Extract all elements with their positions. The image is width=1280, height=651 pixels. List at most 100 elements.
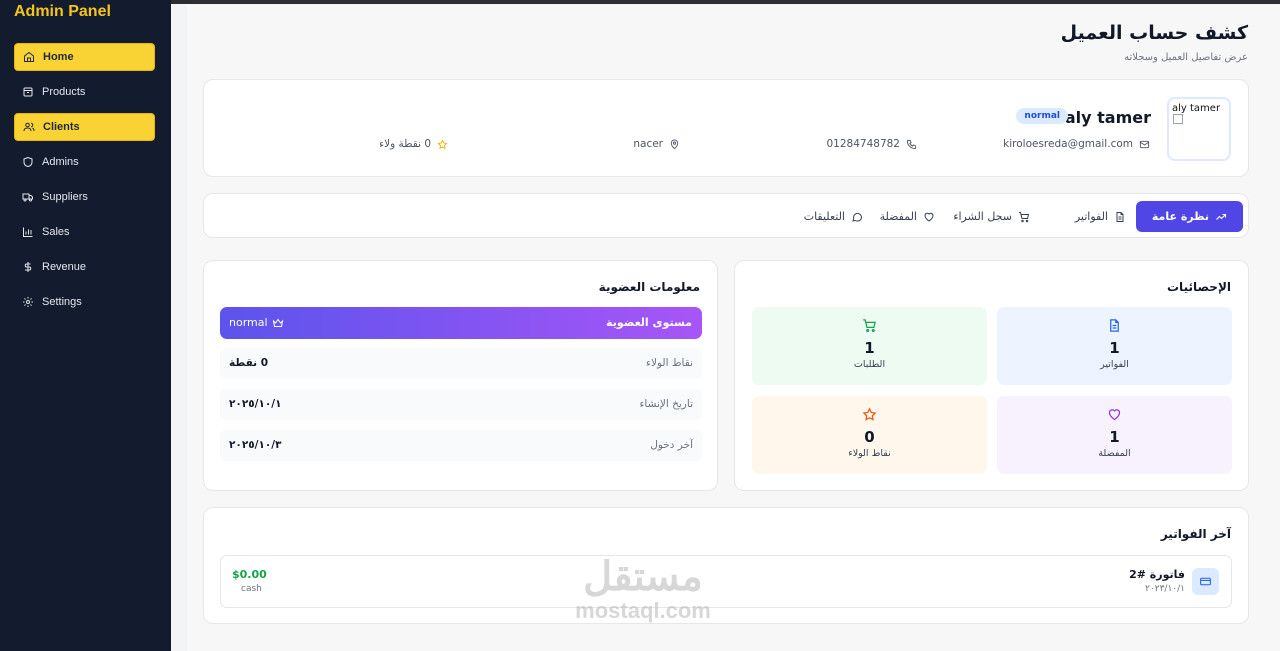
watermark-latin: mostaql.com bbox=[575, 598, 711, 623]
invoice-payment-method: cash bbox=[241, 584, 262, 594]
users-icon bbox=[23, 122, 35, 132]
star-icon bbox=[862, 407, 877, 421]
tab-comments[interactable]: التعليقات bbox=[804, 201, 863, 232]
avatar-alt-text: aly tamer bbox=[1172, 103, 1221, 114]
sidebar-item-label: Sales bbox=[42, 226, 70, 238]
sidebar-item-label: Settings bbox=[42, 296, 82, 308]
sidebar-nav: Home Products Clients Admins Suppliers S… bbox=[14, 43, 155, 323]
tab-favorites[interactable]: المفضلة bbox=[880, 201, 935, 232]
membership-level-value-wrap: normal bbox=[229, 316, 284, 329]
row-value: 0 نقطة bbox=[229, 357, 269, 369]
stat-label: الفواتير bbox=[1100, 359, 1129, 370]
statistics-card: الإحصائيات 1 الفواتير 1 الطلبات 1 المفضل… bbox=[734, 260, 1249, 491]
invoice-row[interactable]: فاتورة #2 ٢٠٢٣/١٠/١ $0.00 cash bbox=[220, 555, 1232, 608]
sidebar-item-admins[interactable]: Admins bbox=[14, 148, 155, 176]
stat-invoices: 1 الفواتير bbox=[997, 307, 1232, 385]
stat-value: 0 bbox=[864, 428, 875, 446]
points-text: 0 نقطة ولاء bbox=[379, 138, 431, 150]
file-icon bbox=[1116, 211, 1124, 222]
tab-purchase-history[interactable]: سجل الشراء bbox=[953, 201, 1030, 232]
client-email: kiroloesreda@gmail.com bbox=[1003, 138, 1150, 150]
star-icon bbox=[437, 138, 448, 149]
invoice-amount: $0.00 bbox=[232, 568, 267, 581]
main-content: كشف حساب العميل عرض تفاصيل العميل وسجلات… bbox=[187, 5, 1280, 651]
membership-level-value: normal bbox=[229, 316, 268, 329]
window-top-border bbox=[0, 0, 1280, 4]
invoice-date: ٢٠٢٣/١٠/١ bbox=[1145, 584, 1185, 594]
heart-icon bbox=[924, 212, 934, 222]
sidebar-item-settings[interactable]: Settings bbox=[14, 288, 155, 316]
row-value: ٢٠٢٥/١٠/١ bbox=[229, 398, 282, 410]
client-points: 0 نقطة ولاء bbox=[379, 138, 448, 150]
file-icon bbox=[1110, 319, 1119, 332]
membership-level-bar: مستوى العضوية normal bbox=[220, 307, 702, 339]
cart-icon bbox=[863, 319, 876, 333]
stat-label: المفضلة bbox=[1098, 448, 1131, 459]
client-tabs: نظرة عامة الفواتير سجل الشراء المفضلة ال… bbox=[203, 193, 1249, 238]
client-location: nacer bbox=[633, 138, 680, 150]
sidebar-item-sales[interactable]: Sales bbox=[14, 218, 155, 246]
truck-icon bbox=[22, 193, 33, 202]
sidebar-item-products[interactable]: Products bbox=[14, 78, 155, 106]
heart-icon bbox=[1108, 409, 1121, 421]
sidebar: Admin Panel Home Products Clients Admins… bbox=[0, 0, 171, 651]
stat-value: 1 bbox=[1109, 339, 1120, 357]
membership-badge: normal bbox=[1016, 108, 1068, 124]
row-label: نقاط الولاء bbox=[646, 357, 693, 369]
comment-icon bbox=[852, 212, 863, 222]
stat-label: نقاط الولاء bbox=[848, 448, 891, 459]
membership-row-created: تاريخ الإنشاء ٢٠٢٥/١٠/١ bbox=[220, 389, 702, 420]
broken-image-icon bbox=[1173, 114, 1183, 124]
sidebar-item-label: Home bbox=[43, 51, 74, 63]
page-subtitle: عرض تفاصيل العميل وسجلاته bbox=[1124, 52, 1248, 63]
statistics-title: الإحصائيات bbox=[1167, 280, 1231, 294]
tab-label: سجل الشراء bbox=[953, 210, 1012, 223]
tab-invoices[interactable]: الفواتير bbox=[1075, 201, 1126, 232]
cart-icon bbox=[1019, 211, 1030, 222]
sidebar-item-suppliers[interactable]: Suppliers bbox=[14, 183, 155, 211]
stat-orders: 1 الطلبات bbox=[752, 307, 987, 385]
stat-label: الطلبات bbox=[853, 359, 886, 370]
client-name: aly tamer bbox=[1064, 108, 1151, 127]
tab-label: المفضلة bbox=[879, 210, 917, 223]
sidebar-item-label: Revenue bbox=[42, 261, 87, 273]
sidebar-item-label: Clients bbox=[43, 121, 80, 133]
tab-label: الفواتير bbox=[1074, 210, 1108, 223]
email-text: kiroloesreda@gmail.com bbox=[1003, 138, 1133, 150]
sidebar-item-revenue[interactable]: Revenue bbox=[14, 253, 155, 281]
latest-invoices-card: آخر الفواتير فاتورة #2 ٢٠٢٣/١٠/١ $0.00 c… bbox=[203, 507, 1249, 624]
sidebar-item-label: Suppliers bbox=[42, 191, 88, 203]
membership-row-points: نقاط الولاء 0 نقطة bbox=[220, 348, 702, 379]
phone-text: 01284748782 bbox=[826, 138, 901, 150]
stat-value: 1 bbox=[864, 339, 875, 357]
sidebar-item-home[interactable]: Home bbox=[14, 43, 155, 71]
sidebar-item-label: Admins bbox=[42, 156, 79, 168]
box-icon bbox=[23, 87, 33, 97]
tab-label: التعليقات bbox=[803, 210, 845, 223]
phone-icon bbox=[906, 139, 917, 149]
row-label: آخر دخول bbox=[650, 439, 693, 451]
bar-chart-icon bbox=[23, 227, 33, 237]
sidebar-item-label: Products bbox=[42, 86, 86, 98]
latest-invoices-title: آخر الفواتير bbox=[1160, 527, 1231, 541]
map-pin-icon bbox=[670, 139, 679, 149]
stat-value: 1 bbox=[1109, 428, 1120, 446]
watermark-arabic: مستقل bbox=[583, 555, 703, 599]
membership-title: معلومات العضوية bbox=[598, 280, 700, 294]
credit-card-icon bbox=[1192, 568, 1219, 595]
row-label: تاريخ الإنشاء bbox=[639, 398, 693, 410]
crown-icon bbox=[272, 318, 283, 327]
avatar: aly tamer bbox=[1167, 97, 1231, 161]
client-phone: 01284748782 bbox=[827, 138, 918, 150]
stat-loyalty-points: 0 نقاط الولاء bbox=[752, 396, 987, 474]
watermark: مستقل mostaql.com bbox=[563, 555, 723, 623]
row-value: ٢٠٢٥/١٠/٣ bbox=[229, 439, 282, 451]
sidebar-item-clients[interactable]: Clients bbox=[14, 113, 155, 141]
shield-icon bbox=[23, 156, 33, 168]
tab-label: نظرة عامة bbox=[1151, 210, 1209, 223]
invoice-title: فاتورة #2 bbox=[1129, 568, 1185, 581]
stat-favorites: 1 المفضلة bbox=[997, 396, 1232, 474]
mail-icon bbox=[1139, 140, 1150, 148]
home-icon bbox=[24, 51, 34, 62]
tab-overview[interactable]: نظرة عامة bbox=[1135, 201, 1243, 232]
